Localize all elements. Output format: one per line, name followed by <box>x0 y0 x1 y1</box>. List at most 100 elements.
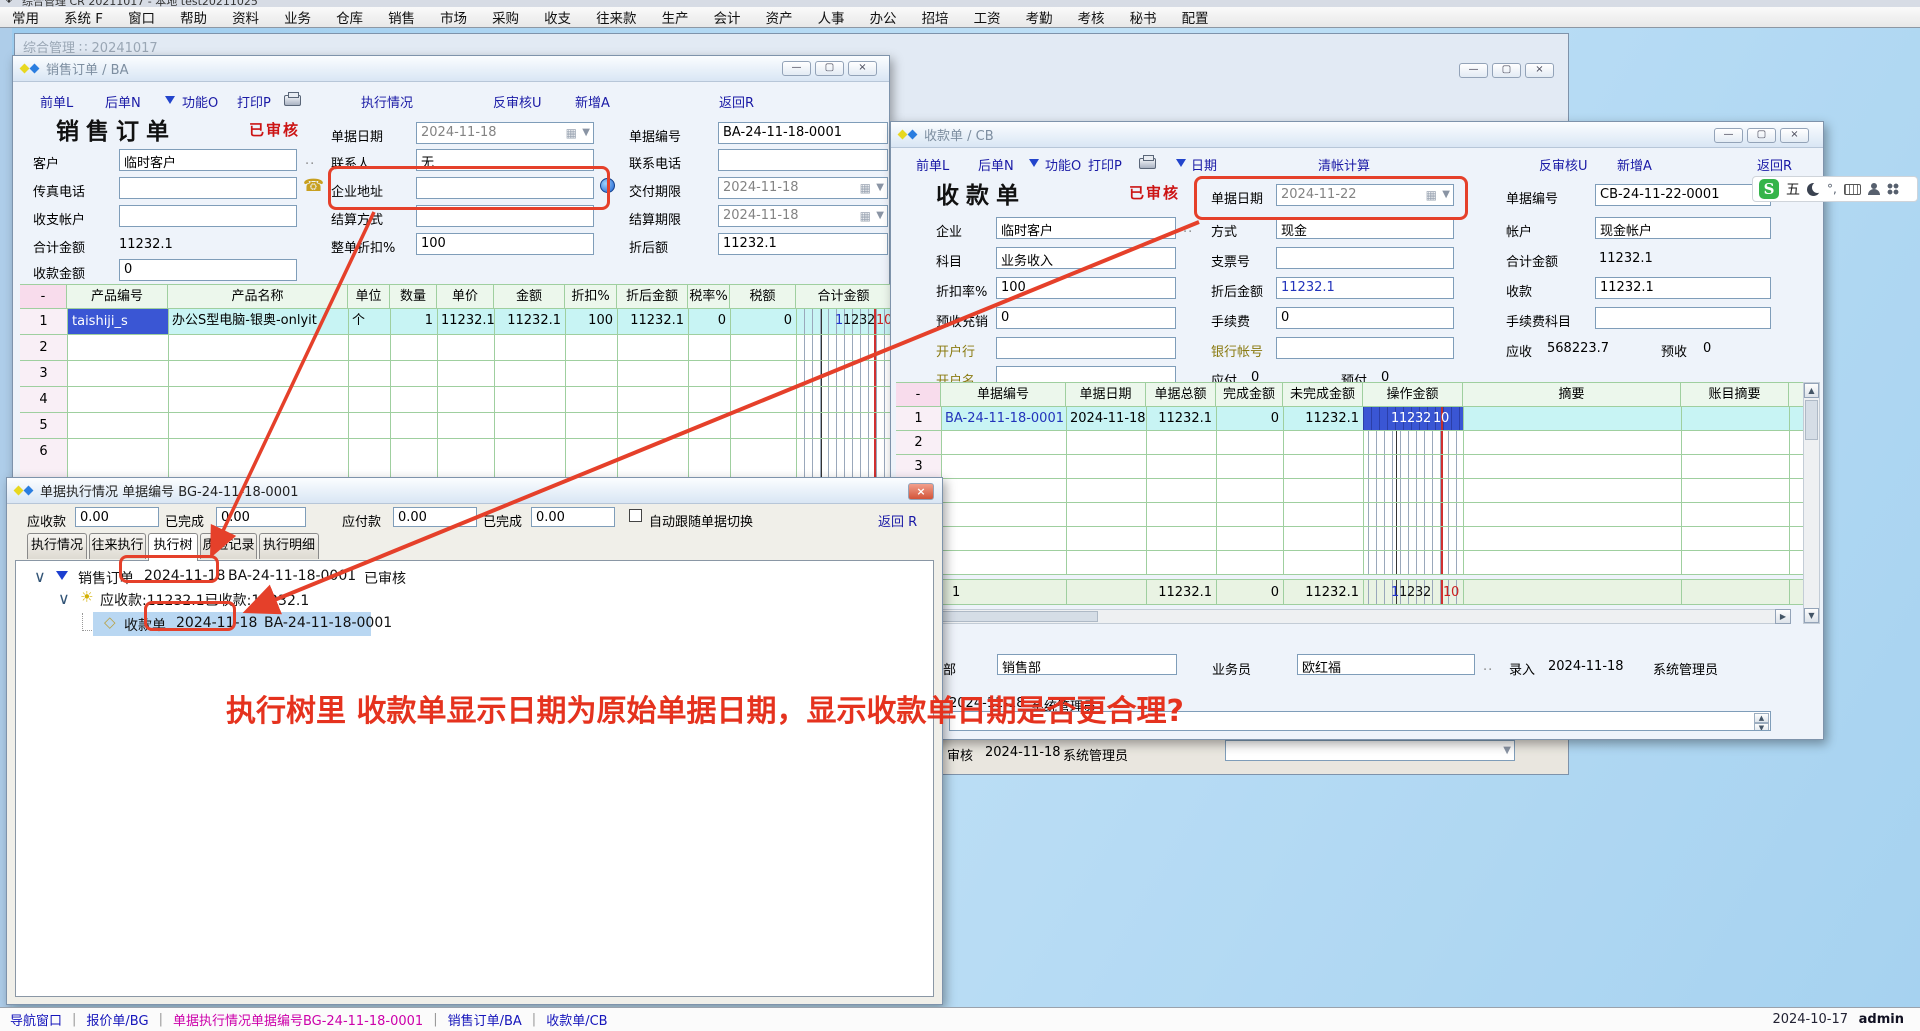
function-menu-icon[interactable] <box>1029 159 1039 167</box>
dept-field[interactable]: 销售部 <box>997 654 1177 675</box>
settle-term-field[interactable]: 2024-11-18 ▦ ▼ <box>718 205 888 227</box>
expander-icon[interactable]: ∨ <box>34 567 46 586</box>
date-menu-icon[interactable] <box>1176 159 1186 167</box>
prev-doc-button[interactable]: 前单L <box>916 155 949 174</box>
maximize-button[interactable]: ▢ <box>1492 63 1521 78</box>
exec-window-titlebar[interactable]: 单据执行情况 单据编号 BG-24-11-18-0001 <box>7 478 942 504</box>
table-row[interactable]: 7 <box>896 551 1803 575</box>
calendar-icon[interactable]: ▦ <box>566 126 577 140</box>
maximize-button[interactable]: ▢ <box>815 61 844 76</box>
add-new-button[interactable]: 新增A <box>1617 155 1652 174</box>
sales-window-titlebar[interactable]: 销售订单 / BA <box>13 56 889 82</box>
deliver-field[interactable]: 2024-11-18 ▦ ▼ <box>718 177 888 199</box>
taskbar-item-quote[interactable]: 报价单/BG <box>76 1010 158 1029</box>
selected-cell-operation-amount[interactable]: 1 1 2 3 2 1 0 <box>1363 407 1463 430</box>
done1-field[interactable]: 0.00 <box>216 507 306 527</box>
row-number[interactable]: 5 <box>20 413 67 438</box>
function-menu-button[interactable]: 功能O <box>1045 155 1081 174</box>
doc-date-field[interactable]: 2024-11-22 ▦ ▼ <box>1276 184 1454 206</box>
ime-mode-label[interactable]: 五 <box>1786 179 1800 199</box>
scroll-down-button[interactable]: ▼ <box>1804 608 1819 623</box>
menu-item[interactable]: 招培 <box>922 7 949 27</box>
cell-doc-date[interactable]: 2024-11-18 <box>1066 407 1146 430</box>
cell-price[interactable]: 11232.1 <box>437 309 494 334</box>
table-row[interactable]: 2 <box>20 335 891 361</box>
scroll-up-button[interactable]: ▲ <box>1804 383 1819 398</box>
back-button[interactable]: 返回 R <box>878 511 917 530</box>
menu-item[interactable]: 采购 <box>492 7 519 27</box>
table-row[interactable]: 6 <box>896 527 1803 551</box>
menu-item[interactable]: 资产 <box>766 7 793 27</box>
menu-item[interactable]: 业务 <box>284 7 311 27</box>
cell-undone[interactable]: 11232.1 <box>1283 407 1363 430</box>
table-row[interactable]: 5 <box>896 503 1803 527</box>
method-field[interactable]: 现金 <box>1276 217 1454 239</box>
spin-down-icon[interactable]: ▼ <box>1754 723 1769 731</box>
rate-field[interactable]: 100 <box>996 277 1176 299</box>
prev-doc-button[interactable]: 前单L <box>40 92 73 111</box>
cell-tax[interactable]: 0 <box>730 309 796 334</box>
selected-cell-product-code[interactable]: taishiji_s <box>68 309 168 334</box>
tab-exec-status[interactable]: 执行情况 <box>27 533 87 559</box>
received-field[interactable]: 0 <box>119 259 297 281</box>
row-number[interactable]: 2 <box>896 431 941 454</box>
col-header[interactable]: 折后金额 <box>617 284 688 309</box>
menu-item[interactable]: 人事 <box>818 7 845 27</box>
bank-no-field[interactable] <box>1276 337 1454 359</box>
fee-subject-field[interactable] <box>1595 307 1771 329</box>
toolbox-icon[interactable] <box>1887 183 1899 195</box>
calendar-icon[interactable]: ▦ <box>860 181 871 195</box>
table-row[interactable]: 6 <box>20 439 891 480</box>
tab-qc-records[interactable]: 质检记录 <box>200 533 257 559</box>
printer-icon[interactable] <box>1139 158 1156 169</box>
menu-item[interactable]: 考勤 <box>1026 7 1053 27</box>
payable-field[interactable]: 0.00 <box>393 507 477 527</box>
close-button[interactable]: × <box>1525 63 1554 78</box>
col-header[interactable]: 税率% <box>688 284 730 309</box>
row-number[interactable]: 1 <box>896 407 941 430</box>
col-header[interactable]: - <box>896 382 941 407</box>
sogou-logo-icon[interactable]: S <box>1759 179 1779 199</box>
doc-date-field[interactable]: 2024-11-18 ▦ ▼ <box>416 122 594 144</box>
address-field[interactable] <box>416 177 594 199</box>
menu-item[interactable]: 生产 <box>662 7 689 27</box>
menu-item[interactable]: 常用 <box>12 7 39 27</box>
cell-total[interactable]: 11232.1 <box>1146 407 1216 430</box>
tree-row-receivable[interactable]: ∨ ☀ 应收款:11232.1已收款:11232.1 <box>16 588 933 610</box>
advance-field[interactable]: 0 <box>996 307 1176 329</box>
tree-row-receipt[interactable]: ◇ 收款单 2024-11-18 BA-24-11-18-0001 <box>16 611 933 637</box>
cell-doc-no[interactable]: BA-24-11-18-0001 <box>941 407 1066 430</box>
recv-field[interactable]: 11232.1 <box>1595 277 1771 299</box>
taskbar-item-nav[interactable]: 导航窗口 <box>0 1010 72 1029</box>
scroll-right-button[interactable]: ▶ <box>1775 609 1791 624</box>
table-row[interactable]: 3 <box>896 455 1803 479</box>
phone-field[interactable] <box>718 149 888 171</box>
col-header[interactable]: 产品名称 <box>168 284 348 309</box>
contact-field[interactable]: 无 <box>416 149 594 171</box>
tab-exec-tree[interactable]: 执行树 <box>148 533 198 561</box>
function-menu-button[interactable]: 功能O <box>182 92 218 111</box>
print-button[interactable]: 打印P <box>1088 155 1122 174</box>
close-button[interactable]: × <box>908 483 934 500</box>
agent-field[interactable]: 欧红福 <box>1297 654 1475 675</box>
table-row[interactable]: 3 <box>20 361 891 387</box>
calendar-icon[interactable]: ▦ <box>1426 188 1437 202</box>
moon-icon[interactable] <box>1807 183 1820 196</box>
chevron-down-icon[interactable]: ▼ <box>876 182 884 193</box>
lookup-button[interactable]: .. <box>1483 659 1493 674</box>
col-header[interactable]: 税额 <box>730 284 796 309</box>
close-button[interactable]: × <box>848 61 877 76</box>
col-header[interactable]: 单据总额 <box>1146 382 1216 407</box>
back-button[interactable]: 返回R <box>719 92 754 111</box>
cell-done[interactable]: 0 <box>1216 407 1283 430</box>
vertical-scrollbar[interactable]: ▲ ▼ <box>1803 382 1820 624</box>
next-doc-button[interactable]: 后单N <box>105 92 141 111</box>
tab-exec-detail[interactable]: 执行明细 <box>259 533 319 559</box>
account-field[interactable] <box>119 205 297 227</box>
receipt-window-titlebar[interactable]: 收款单 / CB <box>891 122 1823 148</box>
col-header[interactable]: 金额 <box>494 284 565 309</box>
subject-field[interactable]: 业务收入 <box>996 247 1176 269</box>
cell-amount[interactable]: 11232.1 <box>494 309 565 334</box>
back-button[interactable]: 返回R <box>1757 155 1792 174</box>
fee-field[interactable]: 0 <box>1276 307 1454 329</box>
